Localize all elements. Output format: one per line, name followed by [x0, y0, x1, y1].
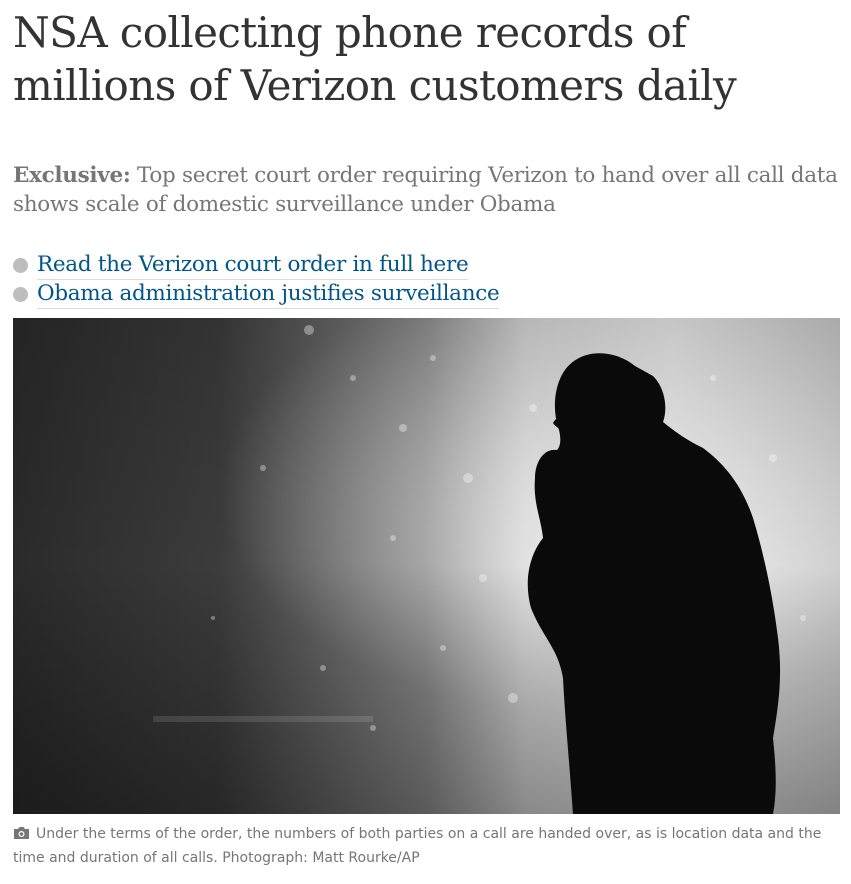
caption-text: Under the terms of the order, the number… — [13, 826, 822, 866]
headline: NSA collecting phone records of millions… — [13, 8, 737, 110]
justifies-surveillance-link[interactable]: Obama administration justifies surveilla… — [37, 280, 500, 309]
standfirst-text: Top secret court order requiring Verizon… — [13, 163, 838, 217]
standfirst: Exclusive: Top secret court order requir… — [13, 161, 841, 219]
silhouette-photo — [13, 318, 840, 814]
court-order-link[interactable]: Read the Verizon court order in full her… — [37, 251, 469, 280]
bullet-icon — [13, 287, 28, 302]
photo-caption: Under the terms of the order, the number… — [13, 823, 841, 869]
camera-icon — [13, 825, 30, 847]
article: NSA collecting phone records of millions… — [0, 0, 851, 884]
bullet-icon — [13, 258, 28, 273]
standfirst-kicker: Exclusive: — [13, 163, 131, 188]
related-links: Read the Verizon court order in full her… — [13, 251, 500, 309]
main-photo — [13, 318, 840, 814]
related-link-item: Read the Verizon court order in full her… — [13, 251, 499, 280]
related-link-item: Obama administration justifies surveilla… — [13, 280, 500, 309]
